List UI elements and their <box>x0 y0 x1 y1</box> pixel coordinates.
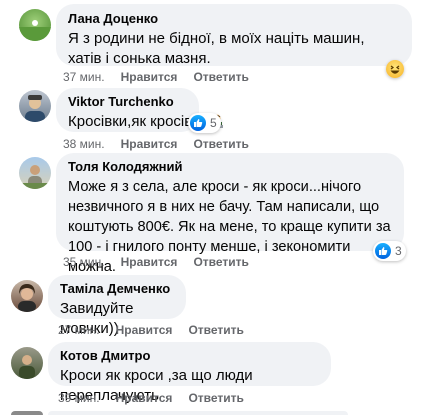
reply-button[interactable]: Ответить <box>188 323 243 337</box>
like-reaction-icon <box>190 115 206 131</box>
comment-actions: 38 мин. Нравится Ответить <box>63 137 265 151</box>
person-avatar-icon <box>19 165 51 189</box>
comment-time[interactable]: 37 мин. <box>63 70 105 84</box>
comment-bubble: Лана Доценко Я з родини не бідної, в мої… <box>56 4 412 67</box>
comment-author[interactable]: Таміла Демченко <box>60 281 174 297</box>
comment-time[interactable]: 39 мин. <box>58 391 100 405</box>
avatar[interactable] <box>19 157 51 189</box>
comment-actions: 35 мин. Нравится Ответить <box>63 255 265 269</box>
comment-author[interactable]: Viktor Turchenko <box>68 94 187 110</box>
reply-button[interactable]: Ответить <box>193 255 248 269</box>
comment-actions: 27 мин. Нравится Ответить <box>58 323 260 337</box>
comment-bubble: Толя Колодяжний Може я з села, але кроси… <box>56 153 404 275</box>
comment-actions: 37 мин. Нравится Ответить <box>63 70 265 84</box>
reaction-count[interactable]: 3 <box>373 241 406 261</box>
avatar[interactable] <box>19 90 51 122</box>
reply-button[interactable]: Ответить <box>188 391 243 405</box>
like-button[interactable]: Нравится <box>121 137 178 151</box>
reaction-count[interactable]: 5 <box>188 113 221 133</box>
next-comment-bubble-partial <box>48 411 348 415</box>
comment-bubble: Котов Дмитро Кроси як кроси ,за що люди … <box>48 342 331 404</box>
haha-reaction-icon[interactable] <box>386 60 404 78</box>
like-button[interactable]: Нравится <box>121 70 178 84</box>
comment-actions: 39 мин. Нравится Ответить <box>58 391 260 405</box>
reply-button[interactable]: Ответить <box>193 70 248 84</box>
avatar[interactable] <box>11 280 43 312</box>
haha-icon <box>390 65 400 74</box>
person-avatar-icon <box>19 355 35 379</box>
comment-author[interactable]: Толя Колодяжний <box>68 159 392 175</box>
comment-time[interactable]: 38 мин. <box>63 137 105 151</box>
comment-bubble: Таміла Демченко Завидуйте мовчки)) <box>48 275 186 337</box>
reaction-count-label: 5 <box>210 116 217 130</box>
reaction-count-label: 3 <box>395 244 402 258</box>
comment-author[interactable]: Лана Доценко <box>68 11 400 27</box>
next-comment-avatar-partial[interactable] <box>11 411 43 415</box>
comment-bubble: Viktor Turchenko Кросівки,як кросівки <box>56 88 224 135</box>
avatar[interactable] <box>19 9 51 41</box>
like-button[interactable]: Нравится <box>121 255 178 269</box>
comment-text: Я з родини не бідної, в моїх націть маши… <box>68 30 365 67</box>
comment-time[interactable]: 27 мин. <box>58 323 100 337</box>
comment-text: Кросівки,як кросівки <box>68 112 224 135</box>
like-reaction-icon <box>375 243 391 259</box>
comment-author[interactable]: Котов Дмитро <box>60 348 319 364</box>
avatar[interactable] <box>11 347 43 379</box>
reply-button[interactable]: Ответить <box>193 137 248 151</box>
like-button[interactable]: Нравится <box>116 323 173 337</box>
landscape-avatar-icon <box>19 20 51 41</box>
comment-text-content: Кросівки,як кросівки <box>68 113 208 130</box>
comment-time[interactable]: 35 мин. <box>63 255 105 269</box>
person-avatar-icon <box>25 95 45 122</box>
like-button[interactable]: Нравится <box>116 391 173 405</box>
person-avatar-icon <box>18 284 36 312</box>
